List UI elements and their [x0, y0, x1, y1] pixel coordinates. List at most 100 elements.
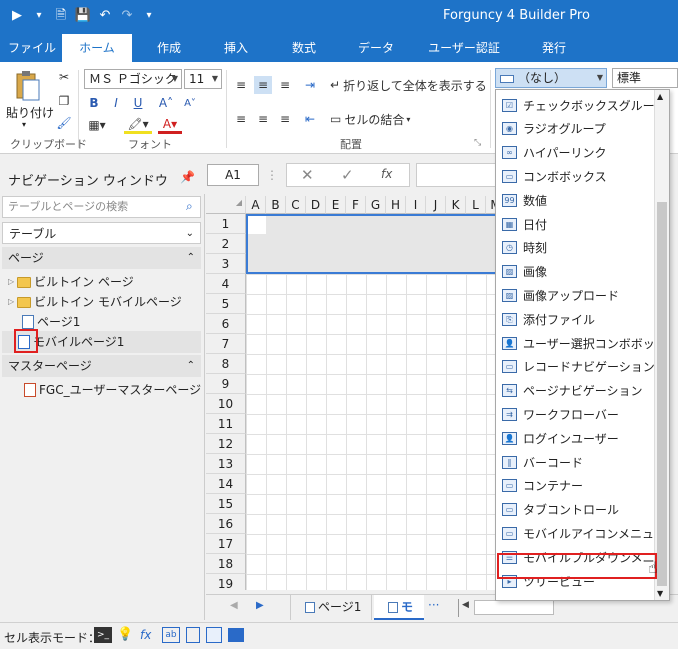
dropdown-item[interactable]: ▦ 日付 [498, 212, 654, 236]
tab-data[interactable]: データ [346, 34, 406, 62]
table-select[interactable]: テーブル ⌄ [2, 222, 201, 244]
page-section-header[interactable]: ページ ⌃ [2, 247, 201, 269]
copy-icon[interactable]: ❐ [56, 92, 72, 110]
row-header[interactable]: 6 [206, 314, 246, 334]
scroll-up-icon[interactable]: ▲ [657, 92, 663, 101]
dropdown-item[interactable]: ▨ 画像アップロード [498, 283, 654, 307]
cell-reference-box[interactable]: A1 [207, 164, 259, 186]
dropdown-item[interactable]: 👤 ログインユーザー [498, 426, 654, 450]
align-bottom-icon[interactable]: ≡ [276, 76, 294, 94]
column-header[interactable]: K [446, 196, 466, 214]
dropdown-item[interactable]: ▭ レコードナビゲーション [498, 355, 655, 379]
row-header[interactable]: 12 [206, 434, 246, 454]
save-icon[interactable]: 💾 [74, 6, 92, 26]
bold-icon[interactable]: B [86, 94, 102, 112]
scroll-thumb[interactable] [657, 202, 667, 586]
font-name-combo[interactable]: ＭＳ Ｐゴシック ▼ [84, 69, 182, 89]
label-icon[interactable]: ab [162, 627, 180, 643]
row-header[interactable]: 16 [206, 514, 246, 534]
row-header[interactable]: 14 [206, 474, 246, 494]
paste-icon[interactable] [10, 68, 46, 104]
font-size-combo[interactable]: 11 ▼ [184, 69, 222, 89]
dropdown-item[interactable]: ⇉ ワークフローバー [498, 402, 654, 426]
merge-cells-button[interactable]: ▭ セルの結合 ▾ [330, 110, 430, 128]
font-color-icon[interactable]: A▾ [158, 116, 182, 134]
align-left-icon[interactable]: ≡ [232, 110, 250, 128]
border-icon[interactable]: ▦▾ [86, 116, 108, 134]
dialog-launcher-icon[interactable]: ⤡ [474, 138, 481, 148]
align-top-icon[interactable]: ≡ [232, 76, 250, 94]
tab-home[interactable]: ホーム [62, 34, 132, 62]
font-grow-icon[interactable]: A˄ [158, 94, 174, 112]
dropdown-item[interactable]: ‖ バーコード [498, 450, 654, 474]
scroll-left-icon[interactable]: ◀ [230, 600, 238, 611]
underline-icon[interactable]: U [130, 94, 146, 112]
formula-input[interactable] [416, 163, 496, 187]
row-header[interactable]: 9 [206, 374, 246, 394]
dropdown-item[interactable]: ⇆ ページナビゲーション [498, 379, 654, 403]
confirm-icon[interactable]: ✓ [341, 166, 354, 184]
dropdown-scrollbar[interactable]: ▲ ▼ [654, 90, 669, 600]
row-header[interactable]: 4 [206, 274, 246, 294]
row-header[interactable]: 3 [206, 254, 246, 274]
row-header[interactable]: 18 [206, 554, 246, 574]
italic-icon[interactable]: I [108, 94, 124, 112]
row-header[interactable]: 8 [206, 354, 246, 374]
scroll-down-icon[interactable]: ▼ [657, 589, 663, 598]
dropdown-item[interactable]: 👤 ユーザー選択コンボボックス [498, 331, 669, 355]
tab-create[interactable]: 作成 [138, 34, 200, 62]
tab-file[interactable]: ファイル [4, 34, 60, 62]
row-header[interactable]: 7 [206, 334, 246, 354]
master-section-header[interactable]: マスターページ ⌃ [2, 355, 201, 377]
column-header[interactable]: C [286, 196, 306, 214]
page-mode-icon[interactable] [206, 627, 222, 643]
new-icon[interactable]: ▾ [30, 6, 48, 26]
cell-type-combo[interactable]: （なし） ▼ [495, 68, 607, 88]
column-header[interactable]: G [366, 196, 386, 214]
column-header[interactable]: E [326, 196, 346, 214]
column-header[interactable]: F [346, 196, 366, 214]
dropdown-item[interactable]: ▨ 画像 [498, 260, 654, 284]
row-header[interactable]: 10 [206, 394, 246, 414]
dropdown-item[interactable]: ☑ チェックボックスグループ [498, 93, 666, 117]
pin-icon[interactable]: 📌 [180, 170, 195, 184]
column-header[interactable]: H [386, 196, 406, 214]
align-center-icon[interactable]: ≡ [254, 110, 272, 128]
dropdown-item[interactable]: ⎘ 添付ファイル [498, 307, 654, 331]
tree-item-master-page[interactable]: FGC_ユーザーマスターページ [24, 380, 201, 400]
style-combo[interactable]: 標準 [612, 68, 678, 88]
cut-icon[interactable]: ✂ [56, 68, 72, 86]
row-header[interactable]: 11 [206, 414, 246, 434]
paste-button[interactable]: 貼り付け [6, 104, 54, 121]
fill-color-icon[interactable]: 🖍▾ [124, 116, 152, 134]
customize-icon[interactable]: ▾ [140, 6, 158, 26]
wrap-text-button[interactable]: ↵ 折り返して全体を表示する [330, 76, 490, 94]
align-middle-icon[interactable]: ≡ [254, 76, 272, 94]
function-icon[interactable]: fx [381, 167, 392, 181]
font-shrink-icon[interactable]: A˅ [182, 94, 198, 112]
align-right-icon[interactable]: ≡ [276, 110, 294, 128]
row-header[interactable]: 1 [206, 214, 246, 234]
dropdown-item[interactable]: ▭ コンテナー [498, 474, 654, 498]
column-header[interactable]: A [246, 196, 266, 214]
tab-user-auth[interactable]: ユーザー認証 [424, 34, 504, 62]
row-header[interactable]: 2 [206, 234, 246, 254]
column-header[interactable]: J [426, 196, 446, 214]
row-header[interactable]: 5 [206, 294, 246, 314]
sheet-tab-page1[interactable]: ページ1 [290, 595, 372, 620]
outdent-icon[interactable]: ⇤ [300, 110, 320, 128]
hscroll-left-icon[interactable]: ◀ [462, 600, 469, 610]
dropdown-item[interactable]: ▭ モバイルアイコンメニュー [498, 521, 666, 545]
scroll-right-icon[interactable]: ▶ [256, 600, 264, 611]
cancel-icon[interactable]: ✕ [301, 166, 314, 184]
dropdown-item[interactable]: ▭ コンボボックス [498, 164, 654, 188]
dropdown-item[interactable]: ◉ ラジオグループ [498, 117, 654, 141]
tree-item-builtin-mobile-pages[interactable]: ▷ ビルトイン モバイルページ [8, 292, 182, 312]
bulb-icon[interactable]: 💡 [117, 627, 133, 642]
row-header[interactable]: 13 [206, 454, 246, 474]
formula-mode-icon[interactable]: fx [140, 628, 151, 642]
column-header[interactable]: D [306, 196, 326, 214]
select-all-corner[interactable]: ◢ [206, 196, 246, 214]
dropdown-item[interactable]: 99 数値 [498, 188, 654, 212]
tab-insert[interactable]: 挿入 [208, 34, 264, 62]
